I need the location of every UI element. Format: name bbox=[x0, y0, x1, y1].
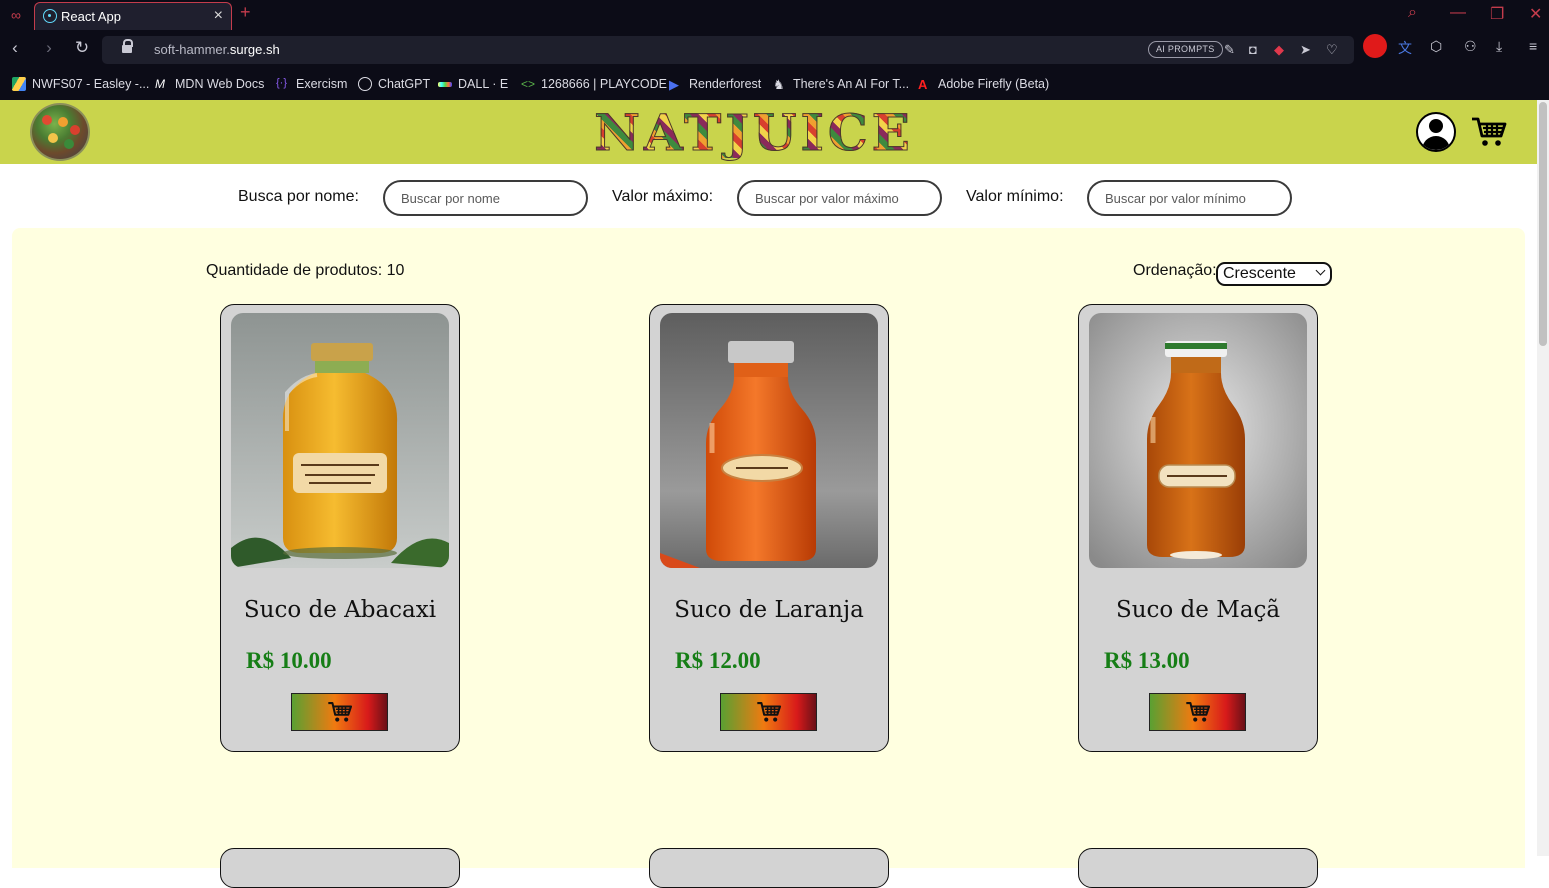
tab-title: React App bbox=[61, 9, 121, 24]
bookmark-item[interactable]: A Adobe Firefly (Beta) bbox=[918, 75, 1049, 93]
order-label: Ordenação: bbox=[1133, 262, 1217, 279]
filters-bar: Busca por nome: Valor máximo: Valor míni… bbox=[0, 164, 1549, 228]
product-price: R$ 10.00 bbox=[246, 648, 332, 673]
camera-icon[interactable]: ◘ bbox=[1249, 42, 1257, 57]
dalle-icon bbox=[438, 81, 452, 87]
products-panel: Quantidade de produtos: 10 Ordenação: Cr… bbox=[12, 228, 1525, 888]
aiforthat-icon: ♞ bbox=[773, 77, 785, 92]
reload-icon[interactable]: ↻ bbox=[71, 38, 93, 58]
react-favicon-icon bbox=[43, 9, 57, 23]
cube-icon[interactable]: ⬡ bbox=[1430, 38, 1442, 55]
address-bar[interactable]: soft-hammer.surge.sh AI PROMPTS ✎ ◘ ◆ ➤ … bbox=[102, 36, 1354, 64]
close-window-icon[interactable]: ✕ bbox=[1529, 4, 1542, 24]
chevron-down-icon bbox=[1315, 265, 1326, 276]
product-card bbox=[649, 848, 889, 888]
mdn-icon: M bbox=[155, 77, 165, 91]
tab-groups-icon[interactable]: ∞ bbox=[6, 5, 26, 25]
product-card: Suco de Laranja R$ 12.00 bbox=[649, 304, 889, 752]
order-select-value: Crescente bbox=[1223, 265, 1296, 282]
google-drive-icon bbox=[12, 77, 26, 91]
product-name: Suco de Abacaxi bbox=[243, 597, 437, 623]
chatgpt-icon bbox=[358, 77, 372, 91]
bookmark-item[interactable]: M MDN Web Docs bbox=[155, 75, 264, 93]
min-value-label: Valor mínimo: bbox=[966, 188, 1064, 205]
cart-icon[interactable] bbox=[1471, 116, 1507, 148]
product-card bbox=[220, 848, 460, 888]
max-value-input[interactable] bbox=[737, 180, 942, 216]
min-value-input[interactable] bbox=[1087, 180, 1292, 216]
cart-icon bbox=[1186, 702, 1211, 722]
fruit-cart-logo[interactable] bbox=[30, 103, 90, 161]
bookmarks-bar: NWFS07 - Easley -... M MDN Web Docs {·} Ex… bbox=[0, 68, 1549, 100]
product-price: R$ 13.00 bbox=[1104, 648, 1190, 673]
product-name: Suco de Laranja bbox=[674, 597, 864, 623]
download-icon[interactable]: ⤓ bbox=[1496, 38, 1502, 55]
heart-icon[interactable]: ♡ bbox=[1326, 42, 1338, 58]
pocket-icon[interactable]: ◆ bbox=[1274, 42, 1284, 58]
product-image bbox=[231, 313, 449, 568]
account-icon[interactable]: ⚇ bbox=[1464, 38, 1477, 55]
name-filter-label: Busca por nome: bbox=[238, 188, 359, 205]
browser-nav-bar: ‹ › ↻ soft-hammer.surge.sh AI PROMPTS ✎ … bbox=[0, 30, 1549, 68]
product-price: R$ 12.00 bbox=[675, 648, 761, 673]
close-tab-icon[interactable]: × bbox=[214, 7, 223, 25]
brand-logo[interactable]: NATJUICE bbox=[581, 107, 927, 158]
search-icon[interactable]: ⌕ bbox=[1408, 4, 1417, 22]
menu-icon[interactable]: ≡ bbox=[1529, 38, 1537, 54]
cart-icon bbox=[328, 702, 353, 722]
scrollbar-thumb[interactable] bbox=[1539, 102, 1547, 346]
browser-tab[interactable]: React App × bbox=[34, 2, 232, 30]
playcode-icon: <> bbox=[521, 77, 536, 91]
bookmark-item[interactable]: ChatGPT bbox=[358, 75, 430, 93]
add-to-cart-button[interactable] bbox=[720, 693, 817, 731]
send-icon[interactable]: ➤ bbox=[1300, 42, 1311, 58]
site-header: NATJUICE bbox=[0, 100, 1549, 164]
user-icon[interactable] bbox=[1416, 112, 1456, 152]
edit-icon[interactable]: ✎ bbox=[1224, 42, 1235, 58]
product-name: Suco de Maçã bbox=[1115, 597, 1281, 623]
ai-prompts-button[interactable]: AI PROMPTS bbox=[1148, 41, 1223, 58]
adobe-icon: A bbox=[918, 77, 928, 92]
cart-icon bbox=[757, 702, 782, 722]
product-count: Quantidade de produtos: 10 bbox=[206, 262, 405, 279]
bookmark-item[interactable]: <> 1268666 | PLAYCODE bbox=[521, 75, 667, 93]
forward-icon[interactable]: › bbox=[38, 38, 60, 58]
name-search-input[interactable] bbox=[383, 180, 588, 216]
bookmark-item[interactable]: ▶ Renderforest bbox=[669, 75, 761, 93]
bookmark-item[interactable]: {·} Exercism bbox=[276, 75, 347, 93]
add-to-cart-button[interactable] bbox=[1149, 693, 1246, 731]
max-value-label: Valor máximo: bbox=[612, 188, 714, 205]
minimize-icon[interactable]: — bbox=[1450, 4, 1466, 22]
extension-record-icon[interactable] bbox=[1363, 34, 1387, 58]
back-icon[interactable]: ‹ bbox=[4, 38, 26, 58]
product-card bbox=[1078, 848, 1318, 888]
browser-tab-bar: ∞ React App × + ⌕ — ❐ ✕ bbox=[0, 0, 1549, 30]
add-to-cart-button[interactable] bbox=[291, 693, 388, 731]
url-text: soft-hammer.surge.sh bbox=[154, 42, 280, 57]
product-image bbox=[1089, 313, 1307, 568]
new-tab-icon[interactable]: + bbox=[240, 2, 251, 23]
lock-icon bbox=[122, 39, 133, 54]
renderforest-icon: ▶ bbox=[669, 77, 679, 92]
translate-icon[interactable]: ⽂ bbox=[1398, 38, 1412, 58]
exercism-icon: {·} bbox=[276, 77, 288, 89]
product-image bbox=[660, 313, 878, 568]
restore-icon[interactable]: ❐ bbox=[1490, 4, 1504, 24]
product-card: Suco de Abacaxi R$ 10.00 bbox=[220, 304, 460, 752]
order-select[interactable]: Crescente bbox=[1216, 262, 1332, 286]
product-card: Suco de Maçã R$ 13.00 bbox=[1078, 304, 1318, 752]
bookmark-item[interactable]: DALL · E bbox=[438, 75, 508, 93]
bookmark-item[interactable]: NWFS07 - Easley -... bbox=[12, 75, 149, 93]
bookmark-item[interactable]: ♞ There's An AI For T... bbox=[773, 75, 909, 93]
